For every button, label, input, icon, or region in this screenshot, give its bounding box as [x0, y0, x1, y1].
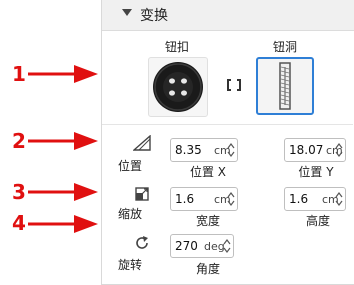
- annotation-number-1: 1: [12, 62, 26, 86]
- scale-height-value: 1.6: [289, 192, 309, 206]
- position-x-stepper-icon[interactable]: [227, 141, 235, 159]
- scale-label: 缩放: [118, 207, 143, 221]
- scale-width-value: 1.6: [175, 192, 195, 206]
- scale-width-caption: 宽度: [195, 214, 220, 228]
- position-x-field[interactable]: 8.35 cm: [170, 138, 238, 162]
- position-y-value: 18.07: [289, 143, 324, 157]
- position-x-value: 8.35: [175, 143, 202, 157]
- position-y-field[interactable]: 18.07 cm: [284, 138, 346, 162]
- button-label: 钮扣: [164, 40, 189, 54]
- rotation-angle-unit: deg: [204, 240, 225, 253]
- position-y-caption: 位置 Y: [298, 165, 334, 179]
- position-x-caption: 位置 X: [189, 165, 227, 179]
- scale-icon: [135, 187, 149, 201]
- scale-width-field[interactable]: 1.6 cm: [170, 187, 238, 211]
- annotation-arrow-2: [28, 132, 98, 150]
- position-label: 位置: [118, 159, 143, 173]
- annotation-number-4: 4: [12, 211, 26, 235]
- collapse-triangle-icon[interactable]: [122, 9, 132, 16]
- section-title: 变换: [140, 8, 168, 24]
- rotation-angle-caption: 角度: [195, 262, 220, 276]
- divider: [102, 124, 353, 125]
- position-icon: [133, 135, 151, 151]
- rotation-label: 旋转: [118, 258, 143, 272]
- rotate-icon: [136, 236, 148, 249]
- buttonhole-thumbnail[interactable]: [256, 57, 314, 115]
- scale-height-field[interactable]: 1.6 cm: [284, 187, 346, 211]
- annotation-arrow-4: [28, 215, 98, 233]
- annotation-arrow-3: [28, 183, 98, 201]
- annotation-number-2: 2: [12, 129, 26, 153]
- buttonhole-icon: [279, 62, 291, 110]
- section-header[interactable]: 变换: [102, 0, 354, 31]
- rotation-angle-value: 270: [175, 239, 198, 253]
- scale-width-stepper-icon[interactable]: [227, 190, 235, 208]
- scale-height-stepper-icon[interactable]: [335, 190, 343, 208]
- annotation-arrow-1: [28, 65, 98, 83]
- button-thumbnail[interactable]: [148, 57, 208, 117]
- scale-height-caption: 高度: [305, 214, 330, 228]
- link-icon[interactable]: [226, 78, 242, 92]
- button-icon: [153, 62, 203, 112]
- annotation-number-3: 3: [12, 180, 26, 204]
- position-y-stepper-icon[interactable]: [335, 141, 343, 159]
- rotation-angle-stepper-icon[interactable]: [223, 237, 231, 255]
- buttonhole-label: 钮洞: [272, 40, 297, 54]
- rotation-angle-field[interactable]: 270 deg: [170, 234, 234, 258]
